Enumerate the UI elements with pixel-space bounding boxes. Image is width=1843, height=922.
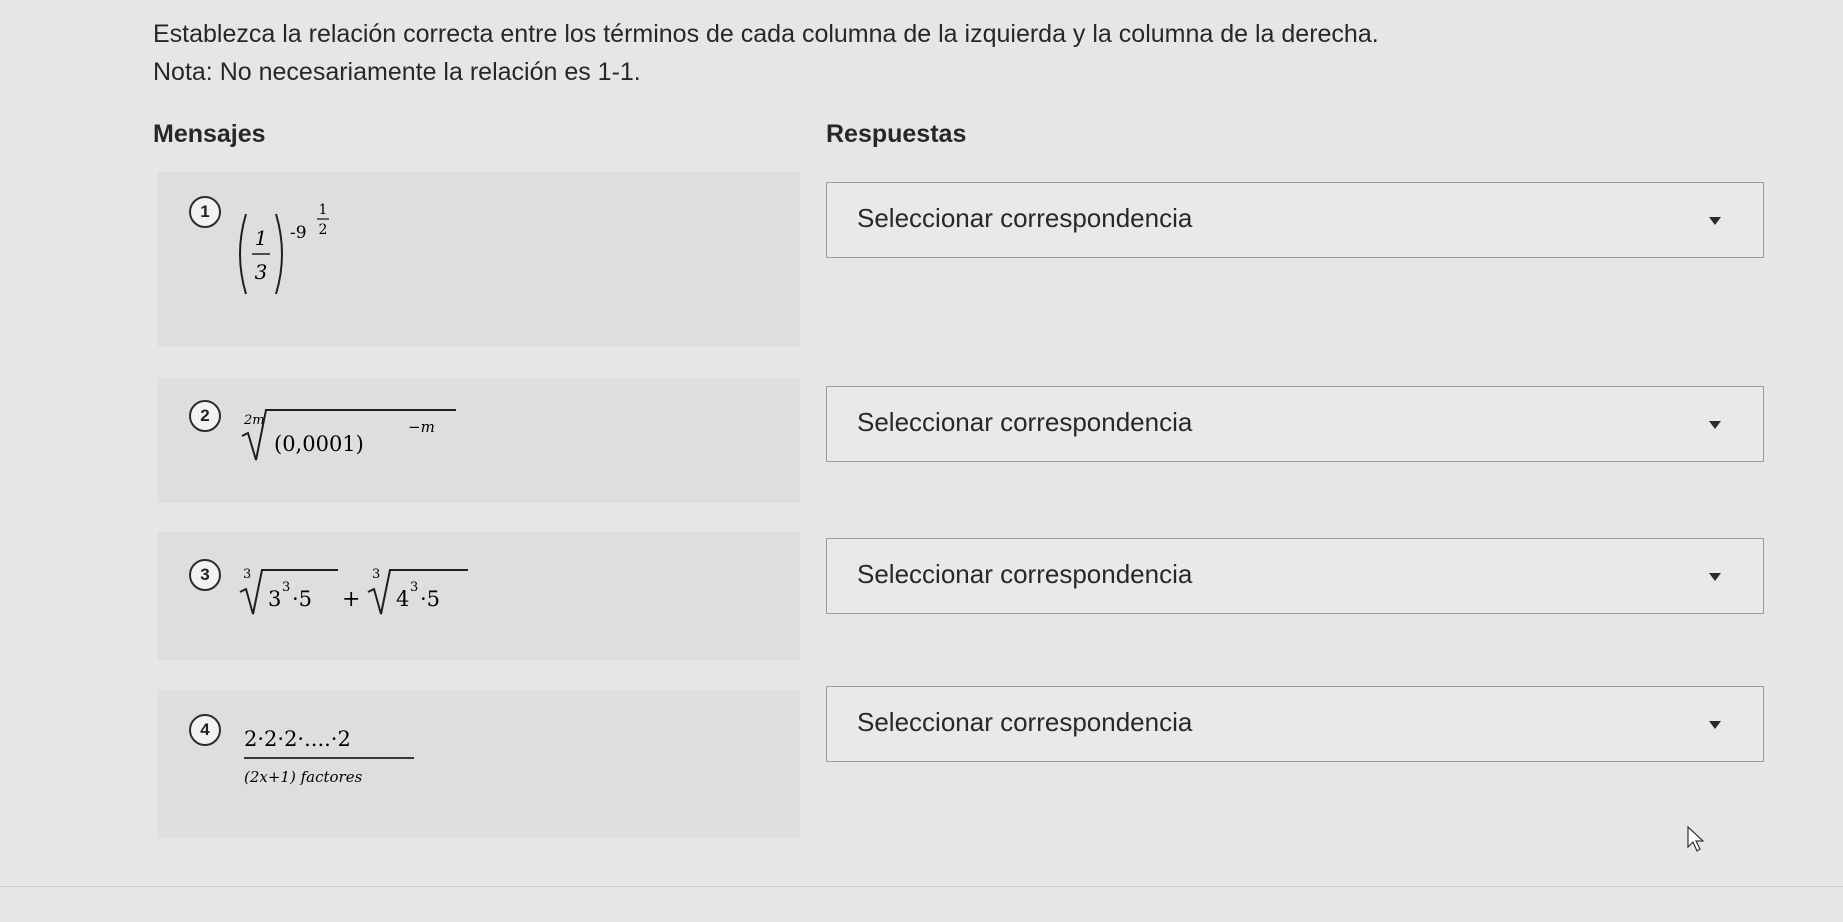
expression-1: 1 3 -9 1 2	[239, 202, 329, 295]
base-2: 4	[396, 587, 409, 611]
answer-select-label: Seleccionar correspondencia	[857, 559, 1193, 589]
answer-select-4[interactable]: Seleccionar correspondencia	[826, 686, 1764, 762]
column-header-respuestas: Respuestas	[826, 120, 967, 148]
exponent-numerator: 1	[319, 202, 328, 218]
answer-select-1[interactable]: Seleccionar correspondencia	[826, 182, 1764, 258]
radicand-exponent: −m	[408, 418, 435, 436]
divider	[0, 886, 1843, 887]
expression-3: 3 3 3 ·5 + 3 4 3 ·5	[239, 567, 468, 615]
base-1: 3	[268, 587, 281, 611]
item-number-badge: 4	[189, 714, 221, 746]
chevron-down-icon	[1709, 217, 1721, 225]
matching-question-page: Establezca la relación correcta entre lo…	[0, 0, 1843, 922]
root-index-2: 3	[372, 567, 380, 582]
chevron-down-icon	[1709, 573, 1721, 581]
chevron-down-icon	[1709, 721, 1721, 729]
outer-exponent: -9	[290, 223, 307, 243]
radicand: (0,0001)	[274, 432, 364, 456]
instructions-text: Establezca la relación correcta entre lo…	[153, 20, 1379, 48]
fraction-numerator: 1	[255, 226, 268, 250]
product-of-twos: 2·2·2·....·2	[244, 727, 351, 751]
plus-sign: +	[342, 587, 360, 612]
expression-4: 2·2·2·....·2 (2x+1) factores	[244, 727, 414, 786]
exponent-denominator: 2	[319, 222, 328, 238]
chevron-down-icon	[1709, 421, 1721, 429]
multiplier-1: ·5	[292, 587, 312, 611]
multiplier-2: ·5	[420, 587, 440, 611]
item-number-badge: 3	[189, 559, 221, 591]
answer-select-3[interactable]: Seleccionar correspondencia	[826, 538, 1764, 614]
answer-select-label: Seleccionar correspondencia	[857, 203, 1193, 233]
column-header-mensajes: Mensajes	[153, 120, 266, 148]
instructions-note: Nota: No necesariamente la relación es 1…	[153, 58, 641, 86]
answer-select-label: Seleccionar correspondencia	[857, 707, 1193, 737]
answer-select-label: Seleccionar correspondencia	[857, 407, 1193, 437]
item-number-badge: 2	[189, 400, 221, 432]
fraction-denominator: 3	[255, 260, 268, 284]
item-number-badge: 1	[189, 196, 221, 228]
root-index-1: 3	[243, 567, 251, 582]
factor-count-label: (2x+1) factores	[244, 768, 363, 786]
root-index: 2m	[243, 413, 265, 428]
exponent-2: 3	[410, 580, 418, 595]
mouse-cursor-icon	[1687, 825, 1705, 852]
expression-2: 2m (0,0001) −m	[241, 409, 456, 461]
answer-select-2[interactable]: Seleccionar correspondencia	[826, 386, 1764, 462]
exponent-1: 3	[282, 580, 290, 595]
